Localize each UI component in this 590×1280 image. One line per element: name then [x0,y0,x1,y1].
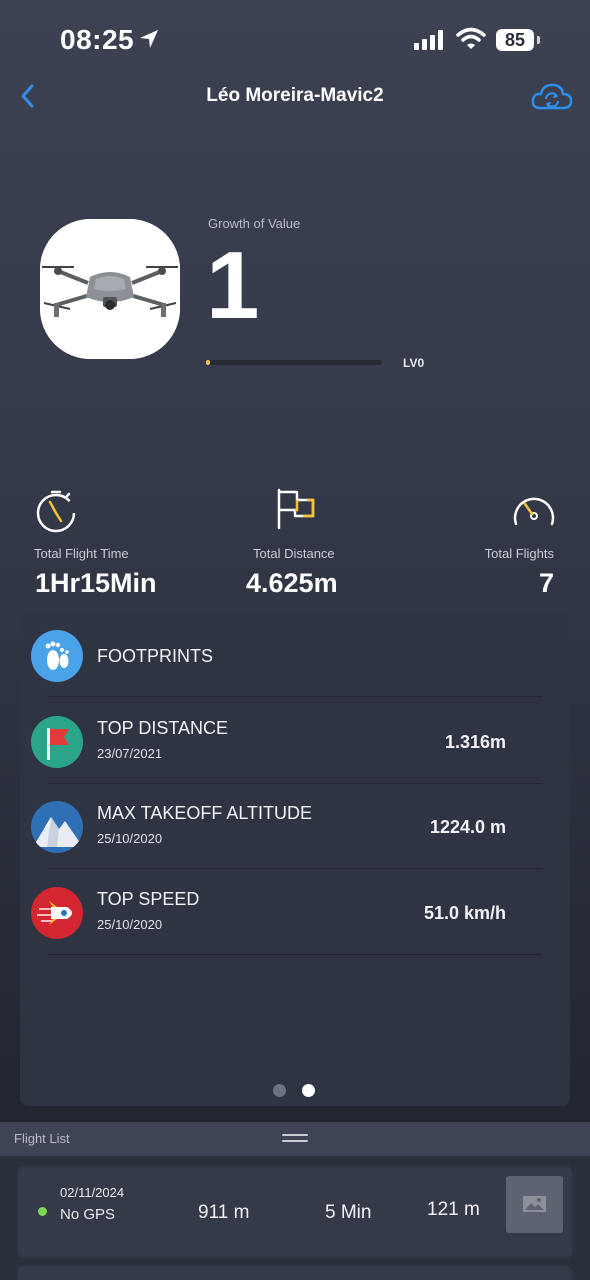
level-progress-bar [206,360,382,365]
status-time: 08:25 [60,24,135,55]
record-row-max-altitude[interactable]: MAX TAKEOFF ALTITUDE 25/10/2020 1224.0 m [28,801,522,853]
record-row-footprints[interactable]: FOOTPRINTS [28,630,522,682]
stopwatch-icon [33,488,79,539]
gps-status-dot [38,1207,47,1216]
image-placeholder-icon [523,1196,546,1212]
record-title: TOP SPEED [97,889,200,909]
divider [48,696,542,698]
flight-altitude: 121 m [427,1199,480,1220]
stat-label-distance: Total Distance [253,546,335,561]
flight-date: 02/11/2024 [60,1185,125,1200]
flight-thumbnail[interactable] [506,1176,563,1233]
rocket-icon [31,887,83,939]
record-row-top-speed[interactable]: TOP SPEED 25/10/2020 51.0 km/h [28,887,522,939]
flight-distance: 911 m [198,1202,250,1223]
divider [48,868,542,870]
drone-image [40,219,180,359]
record-title: MAX TAKEOFF ALTITUDE [97,803,313,823]
level-progress-fill [206,360,210,365]
mountain-icon [31,801,83,853]
stat-value-flights: 7 [538,568,554,598]
record-value: 1.316m [444,732,506,752]
flight-list-item[interactable]: 02/11/2024 No GPS 911 m 5 Min 121 m [18,1166,572,1258]
red-flag-icon [31,716,83,768]
cellular-signal-icon [414,30,446,55]
flag-icon [273,486,319,537]
record-row-top-distance[interactable]: TOP DISTANCE 23/07/2021 1.316m [28,716,522,768]
battery-icon: 85 [496,29,534,51]
speedometer-icon [510,490,558,535]
wifi-icon [456,27,486,56]
page-dot-active[interactable] [302,1084,315,1097]
stat-value-flight-time: 1Hr15Min [35,568,157,598]
screen: 08:25 85 Léo Moreira-Mavic2 Growth of Va… [0,0,590,1280]
record-date: 25/10/2020 [97,917,163,932]
stat-label-flights: Total Flights [484,546,554,561]
stat-label-flight-time: Total Flight Time [34,546,129,561]
location-arrow-icon [138,28,160,55]
stat-value-distance: 4.625m [246,568,338,598]
level-label: LV0 [403,356,425,370]
flight-duration: 5 Min [325,1202,372,1223]
drone-avatar [40,219,180,359]
flight-list-title: Flight List [14,1131,70,1146]
record-title: FOOTPRINTS [97,646,213,666]
status-bar: 08:25 85 [0,0,590,80]
page-dot[interactable] [273,1084,286,1097]
record-value: 51.0 km/h [423,903,506,923]
cloud-sync-button[interactable] [530,80,574,119]
flight-gps: No GPS [60,1206,116,1223]
record-date: 23/07/2021 [97,746,163,761]
record-date: 25/10/2020 [97,831,163,846]
page-indicator [273,1084,331,1102]
drag-handle-icon[interactable] [282,1134,308,1143]
divider [48,954,542,956]
record-title: TOP DISTANCE [97,718,229,738]
battery-tip [537,36,540,44]
cloud-sync-icon [531,83,573,110]
growth-value: 1 [206,232,260,339]
page-title: Léo Moreira-Mavic2 [206,85,384,106]
flight-list-item-partial[interactable] [18,1266,572,1280]
flight-list-header[interactable]: Flight List [0,1122,590,1156]
record-value: 1224.0 m [429,817,506,837]
growth-label: Growth of Value [208,216,301,231]
records-card [20,614,570,1106]
divider [48,783,542,785]
footprints-icon [31,630,83,682]
